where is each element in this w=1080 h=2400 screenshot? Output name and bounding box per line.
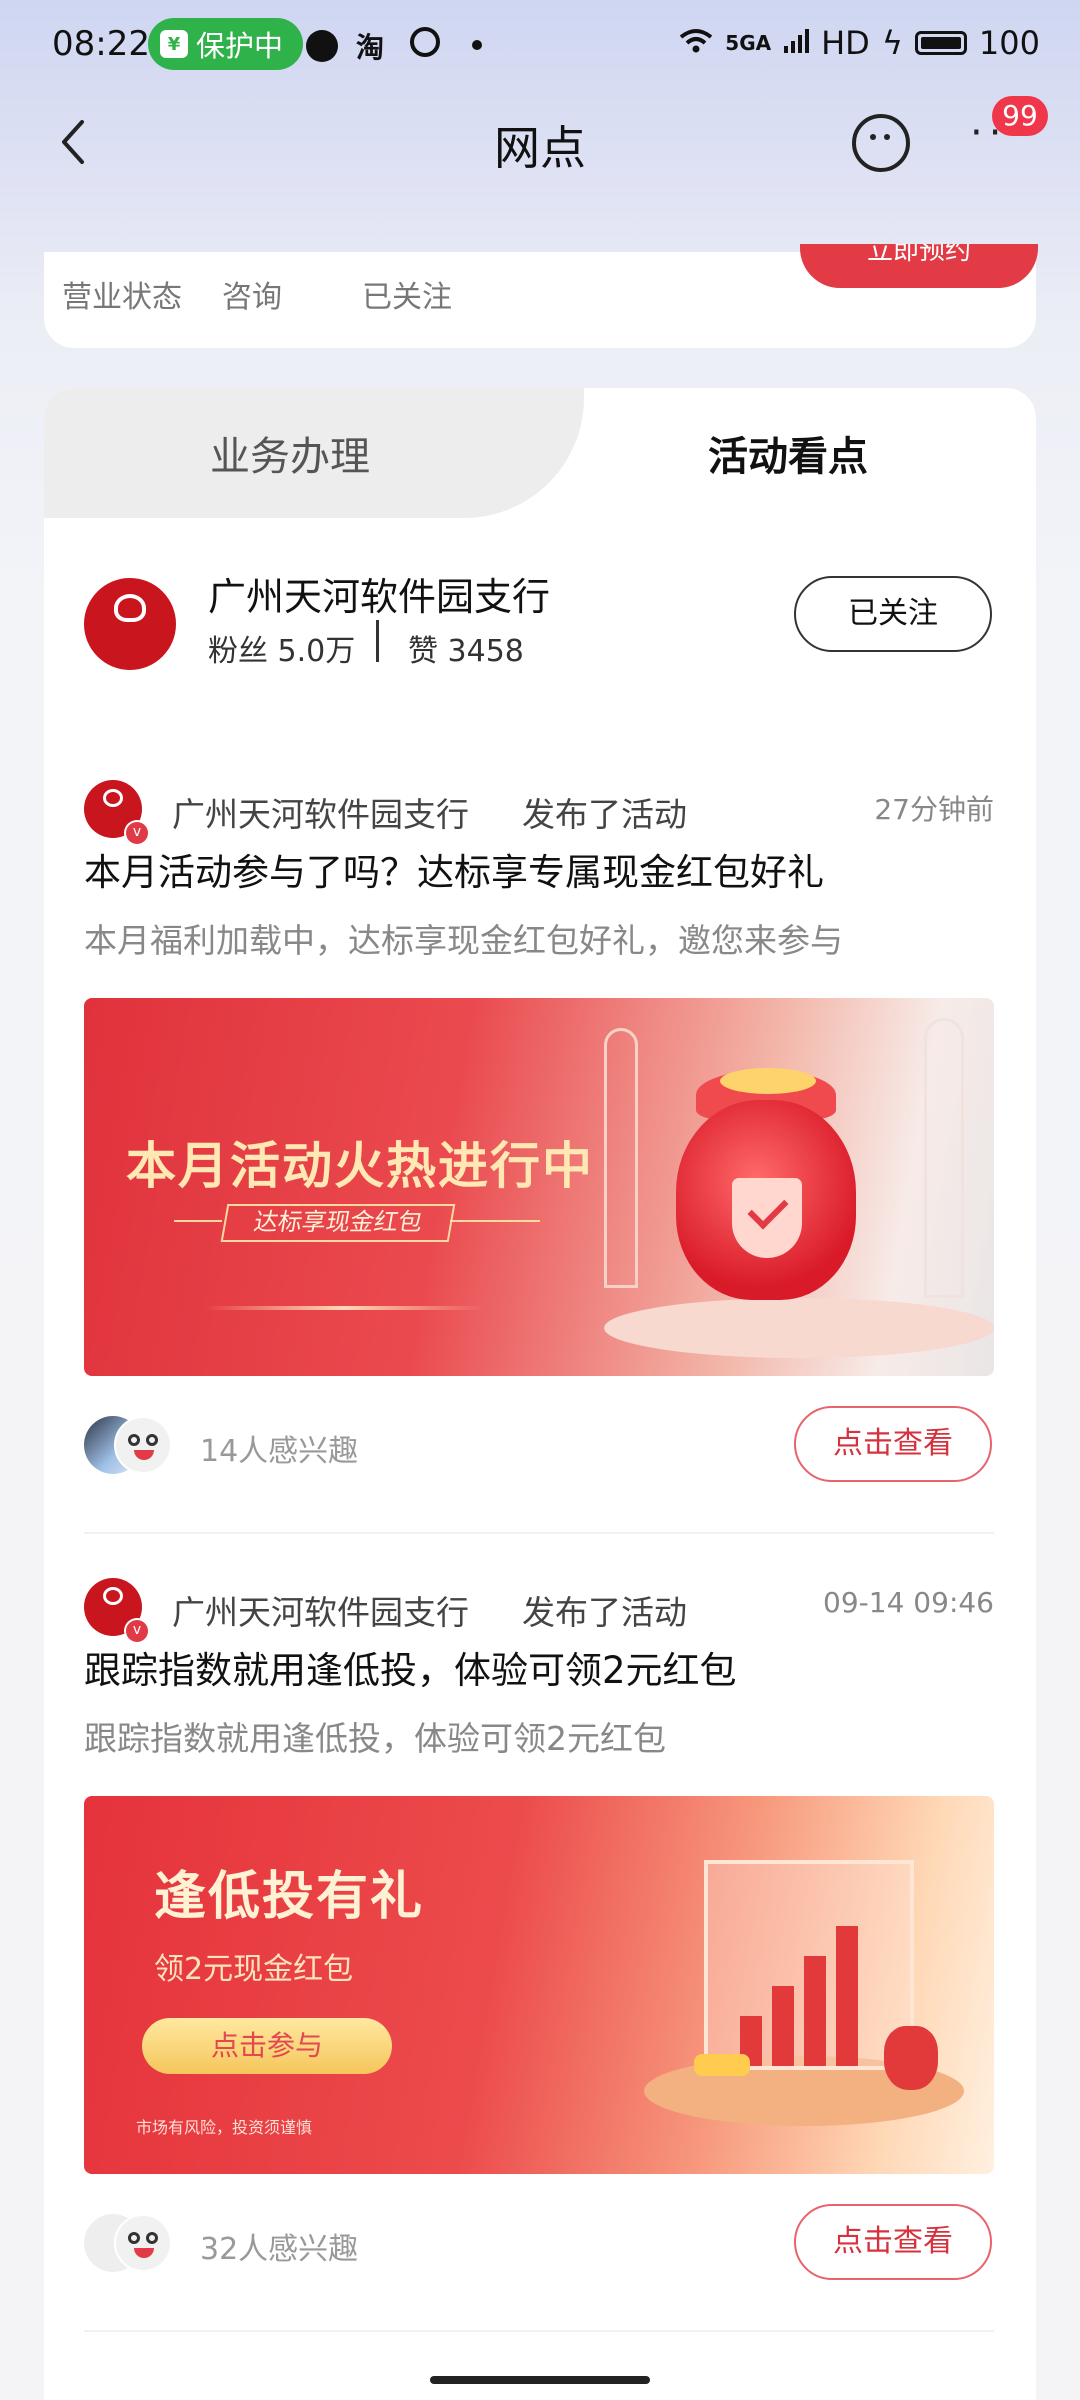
- interest-count: 14人感兴趣: [200, 1434, 359, 1469]
- book-now-label: 立即预约: [866, 244, 971, 266]
- activity-banner[interactable]: 逢低投有礼 领2元现金红包 点击参与 市场有风险，投资须谨慎: [84, 1796, 994, 2174]
- post-divider: [84, 1532, 994, 1534]
- risk-disclaimer: 市场有风险，投资须谨慎: [136, 2118, 313, 2137]
- tab-business[interactable]: 业务办理: [210, 424, 370, 482]
- protect-label: 保护中: [196, 29, 284, 63]
- post-description: 本月福利加载中，达标享现金红包好礼，邀您来参与: [84, 921, 843, 960]
- post-time: 27分钟前: [874, 793, 994, 826]
- interested-avatars: [84, 2214, 172, 2274]
- follow-button[interactable]: 已关注: [794, 576, 992, 652]
- banner-join-button[interactable]: 点击参与: [142, 2018, 392, 2074]
- post-action: 发布了活动: [522, 1593, 687, 1632]
- signal-icon: [783, 24, 810, 62]
- business-status-item[interactable]: 营业状态: [62, 272, 182, 316]
- battery-level: 100: [978, 24, 1040, 62]
- post-author: 广州天河软件园支行: [172, 1593, 469, 1632]
- protect-status-pill: ¥ 保护中: [148, 18, 304, 70]
- banner-title: 逢低投有礼: [154, 1867, 425, 1927]
- charging-icon: ϟ: [881, 24, 903, 62]
- banner-subtitle: 达标享现金红包: [220, 1204, 456, 1242]
- branch-profile: 广州天河软件园支行 粉丝 5.0万 赞 3458 已关注: [44, 575, 1036, 688]
- bank-notification-icon: [410, 27, 440, 57]
- branch-info-card: 营业状态 咨询 已关注 立即预约: [44, 244, 1038, 348]
- avatar: [114, 2214, 172, 2272]
- stat-divider: [376, 620, 379, 662]
- post-headline[interactable]: 跟踪指数就用逢低投，体验可领2元红包: [84, 1640, 737, 1694]
- main-panel: 业务办理 活动看点 广州天河软件园支行 粉丝 5.0万 赞 3458 已关注 广…: [44, 388, 1036, 2400]
- network-type: 5GA: [725, 31, 772, 55]
- consult-item[interactable]: 咨询: [222, 272, 282, 316]
- post-headline[interactable]: 本月活动参与了吗？达标享专属现金红包好礼: [84, 842, 824, 896]
- post-action: 发布了活动: [522, 795, 687, 834]
- banner-title: 本月活动火热进行中: [126, 1137, 594, 1195]
- battery-icon: [914, 31, 967, 55]
- view-button[interactable]: 点击查看: [794, 2204, 992, 2280]
- home-indicator[interactable]: [430, 2376, 650, 2384]
- interest-count: 32人感兴趣: [200, 2232, 359, 2267]
- money-bag-icon: [884, 2026, 938, 2090]
- taobao-notification-icon: 淘: [356, 31, 385, 64]
- branch-avatar: [84, 1578, 150, 1644]
- gold-ingot-icon: [694, 2054, 750, 2076]
- status-bar: 08:22 ¥ 保护中 淘 5GA HD ϟ 100: [0, 0, 1080, 92]
- branch-logo: [84, 578, 176, 670]
- followed-item[interactable]: 已关注: [362, 272, 452, 316]
- status-time: 08:22: [52, 24, 150, 64]
- interested-avatars: [84, 1416, 172, 1476]
- hd-label: HD: [821, 24, 870, 62]
- nav-bar: 网点 ··· 99: [0, 92, 1080, 192]
- tab-bar: 业务办理 活动看点: [44, 388, 1036, 518]
- notification-badge: 99: [992, 96, 1048, 136]
- post-author: 广州天河软件园支行: [172, 795, 469, 834]
- avatar: [114, 1416, 172, 1474]
- wifi-icon: [679, 24, 713, 62]
- status-right: 5GA HD ϟ 100: [679, 24, 1040, 62]
- view-button[interactable]: 点击查看: [794, 1406, 992, 1482]
- shield-icon: ¥: [160, 30, 188, 58]
- smile-face-icon[interactable]: [852, 114, 910, 172]
- likes-count: 赞 3458: [408, 634, 524, 669]
- branch-name: 广州天河软件园支行: [208, 575, 551, 619]
- post-description: 跟踪指数就用逢低投，体验可领2元红包: [84, 1719, 666, 1758]
- more-notifications-dot-icon: [472, 40, 482, 50]
- banner-subtitle: 领2元现金红包: [154, 1952, 354, 1987]
- book-now-button[interactable]: 立即预约: [800, 244, 1038, 288]
- page-title: 网点: [494, 121, 586, 175]
- app-notification-icon: [306, 30, 338, 62]
- post-time: 09-14 09:46: [823, 1586, 994, 1619]
- activity-banner[interactable]: 本月活动火热进行中 达标享现金红包: [84, 998, 994, 1376]
- fans-count: 粉丝 5.0万: [208, 634, 356, 669]
- post-divider: [84, 2330, 994, 2332]
- tab-activities[interactable]: 活动看点: [708, 424, 868, 482]
- branch-avatar: [84, 780, 150, 846]
